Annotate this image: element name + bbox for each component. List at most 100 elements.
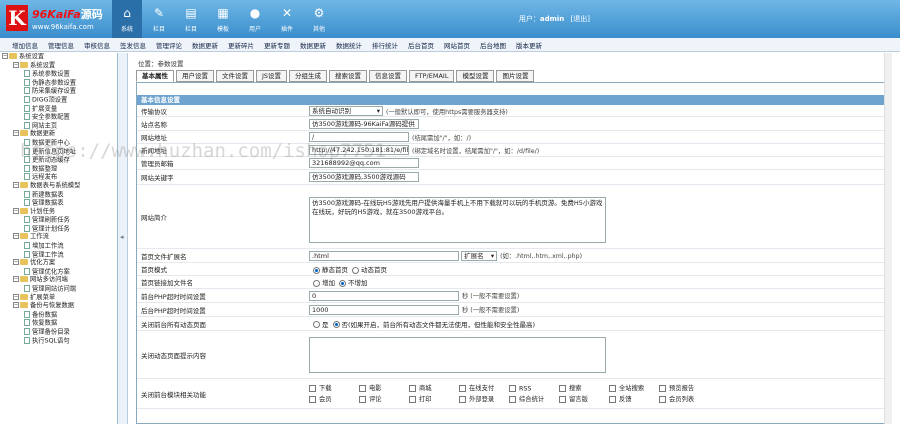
newsurl-input[interactable]: http://47.242.150.181:81/e/file/ bbox=[309, 145, 409, 155]
tree-item[interactable]: 备份数据 bbox=[0, 310, 117, 320]
menu-item[interactable]: 更新专题 bbox=[264, 40, 290, 50]
tree-item[interactable]: DIGG顶设置 bbox=[0, 95, 117, 105]
tab-item[interactable]: 模型设置 bbox=[456, 70, 495, 82]
ext-select[interactable]: 扩展名 bbox=[461, 250, 498, 261]
desc-textarea[interactable]: 仿3500游戏源码-在线玩H5游戏先用户提供海量手机上不用下载就可以玩的手机页游… bbox=[309, 197, 606, 243]
random-noadd-radio[interactable] bbox=[339, 279, 346, 287]
tree-item[interactable]: − 计划任务 bbox=[0, 207, 117, 217]
tree-item[interactable]: 管理工作流 bbox=[0, 250, 117, 260]
expand-toggle-icon[interactable]: − bbox=[13, 259, 19, 266]
menu-item[interactable]: 后台地图 bbox=[480, 40, 506, 50]
expand-toggle-icon[interactable]: − bbox=[13, 181, 19, 188]
module-checkbox[interactable] bbox=[459, 384, 466, 392]
tree-item[interactable]: 伪静态参数设置 bbox=[0, 78, 117, 88]
expand-toggle-icon[interactable]: − bbox=[13, 293, 19, 300]
nav-gear[interactable]: ⚙ 其他 bbox=[304, 0, 334, 38]
mode-static-radio[interactable] bbox=[313, 266, 320, 274]
ext-input[interactable]: .html bbox=[309, 250, 459, 261]
brand-logo[interactable]: K 96KaiFa源码 www.96kaifa.com bbox=[4, 3, 108, 35]
tree-item[interactable]: − 工作流 bbox=[0, 233, 117, 242]
module-checkbox[interactable] bbox=[659, 395, 666, 403]
expand-toggle-icon[interactable]: − bbox=[13, 276, 19, 283]
tab-item[interactable]: 信息设置 bbox=[369, 70, 408, 82]
keywords-input[interactable]: 仿3500游戏源码,3500游戏源码 bbox=[309, 172, 419, 182]
tree-item[interactable]: 管理网站访问端 bbox=[0, 285, 117, 294]
module-checkbox[interactable] bbox=[609, 395, 616, 403]
tree-item[interactable]: − 系统设置 bbox=[0, 61, 117, 71]
siteurl-input[interactable]: / bbox=[309, 132, 409, 142]
expand-toggle-icon[interactable]: − bbox=[13, 207, 19, 214]
menu-item[interactable]: 更新碎片 bbox=[228, 40, 254, 50]
tree-item[interactable]: 增加工作流 bbox=[0, 242, 117, 251]
menu-item[interactable]: 签发信息 bbox=[120, 40, 146, 50]
sitename-input[interactable]: 仿3500游戏源码-96KaiFa源码提供 bbox=[309, 118, 419, 129]
module-checkbox[interactable] bbox=[409, 395, 416, 403]
menu-item[interactable]: 版本更新 bbox=[516, 40, 542, 50]
tab-item[interactable]: 图片设置 bbox=[496, 70, 535, 82]
email-input[interactable]: 321688992@qq.com bbox=[309, 158, 419, 168]
tree-item[interactable]: 扩展变量 bbox=[0, 104, 117, 114]
menu-item[interactable]: 审核信息 bbox=[84, 40, 110, 50]
mode-dynamic-radio[interactable] bbox=[352, 266, 359, 274]
tree-item[interactable]: − 系统设置 bbox=[0, 53, 117, 62]
tree-item[interactable]: 管理计划任务 bbox=[0, 224, 117, 234]
tree-item[interactable]: 更新信息页地址 bbox=[0, 147, 117, 157]
tab-item[interactable]: 文件设置 bbox=[216, 70, 254, 82]
tree-item[interactable]: 数据更新中心 bbox=[0, 138, 117, 148]
close-yes-radio[interactable] bbox=[313, 321, 320, 328]
module-checkbox[interactable] bbox=[559, 384, 566, 392]
nav-home[interactable]: ⌂ 系统 bbox=[112, 0, 142, 38]
expand-toggle-icon[interactable]: − bbox=[2, 53, 8, 59]
nav-template[interactable]: ▦ 模板 bbox=[208, 0, 238, 38]
tab-item[interactable]: JS设置 bbox=[256, 70, 288, 82]
tree-item[interactable]: − 备份与恢复数据 bbox=[0, 302, 117, 311]
module-checkbox[interactable] bbox=[409, 384, 416, 392]
menu-item[interactable]: 管理信息 bbox=[48, 40, 74, 50]
logout-link[interactable]: [退出] bbox=[571, 15, 590, 23]
expand-toggle-icon[interactable]: − bbox=[13, 302, 19, 309]
module-checkbox[interactable] bbox=[309, 384, 316, 392]
menu-item[interactable]: 数据更新 bbox=[300, 40, 326, 50]
module-checkbox[interactable] bbox=[559, 395, 566, 403]
tab-item[interactable]: 分组生成 bbox=[289, 70, 328, 82]
tree-item[interactable]: 更新动态缓存 bbox=[0, 156, 117, 165]
menu-item[interactable]: 网站首页 bbox=[444, 40, 470, 50]
tab-item[interactable]: 用户设置 bbox=[176, 70, 214, 82]
module-checkbox[interactable] bbox=[509, 384, 516, 392]
tab-item[interactable]: 搜索设置 bbox=[329, 70, 368, 82]
module-checkbox[interactable] bbox=[309, 395, 316, 403]
module-checkbox[interactable] bbox=[359, 384, 366, 392]
tab-item[interactable]: 基本属性 bbox=[136, 70, 174, 82]
tree-item[interactable]: 管理刷新任务 bbox=[0, 216, 117, 225]
collapse-arrow-icon[interactable]: ◂ bbox=[120, 233, 124, 241]
menu-item[interactable]: 增加信息 bbox=[12, 40, 38, 50]
php-back-input[interactable]: 1000 bbox=[309, 304, 459, 315]
protocol-select[interactable]: 系统自动识别 bbox=[309, 106, 383, 116]
menu-item[interactable]: 排行统计 bbox=[372, 40, 398, 50]
tree-item[interactable]: − 数据表与系统模型 bbox=[0, 181, 117, 191]
tree-item[interactable]: − 扩展菜单 bbox=[0, 293, 117, 303]
vertical-scrollbar[interactable] bbox=[884, 53, 892, 424]
tree-item[interactable]: − 数据更新 bbox=[0, 130, 117, 139]
tree-item[interactable]: 执行SQL语句 bbox=[0, 336, 117, 346]
close-tip-textarea[interactable] bbox=[309, 337, 606, 373]
tree-item[interactable]: 安全参数配置 bbox=[0, 113, 117, 122]
menu-item[interactable]: 管理评论 bbox=[156, 40, 182, 50]
php-front-input[interactable]: 0 bbox=[309, 290, 459, 301]
tree-item[interactable]: 管理数据表 bbox=[0, 199, 117, 208]
tree-item[interactable]: 网站主页 bbox=[0, 121, 117, 131]
close-no-radio[interactable] bbox=[332, 321, 340, 328]
nav-document-edit[interactable]: ✎ 栏目 bbox=[144, 0, 174, 38]
module-checkbox[interactable] bbox=[359, 395, 366, 403]
tree-item[interactable]: 恢复数据 bbox=[0, 319, 117, 328]
module-checkbox[interactable] bbox=[509, 395, 516, 403]
menu-item[interactable]: 后台首页 bbox=[408, 40, 434, 50]
expand-toggle-icon[interactable]: − bbox=[13, 130, 19, 137]
tree-item[interactable]: 新建数据表 bbox=[0, 190, 117, 200]
tab-item[interactable]: FTP/EMAIL bbox=[409, 70, 455, 82]
nav-user[interactable]: ● 用户 bbox=[240, 0, 270, 38]
expand-toggle-icon[interactable]: − bbox=[13, 61, 19, 68]
menu-item[interactable]: 数据更新 bbox=[192, 40, 218, 50]
expand-toggle-icon[interactable]: − bbox=[13, 233, 19, 240]
tree-item[interactable]: 数据整理 bbox=[0, 164, 117, 174]
